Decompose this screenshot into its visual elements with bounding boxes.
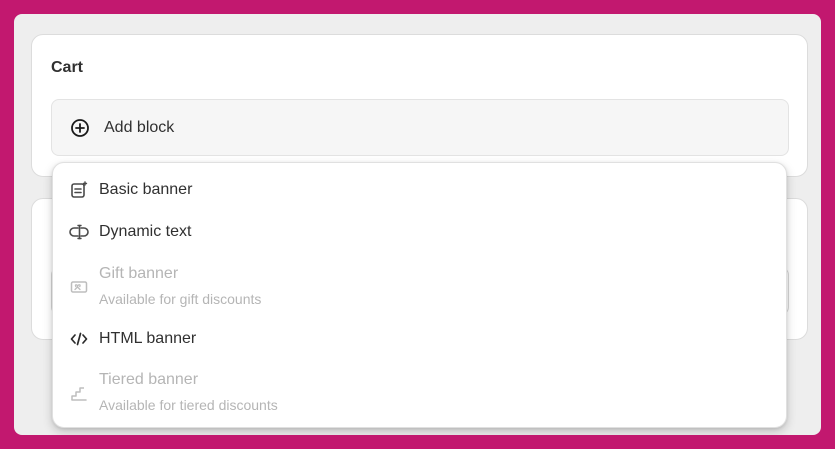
dynamic-text-icon bbox=[69, 222, 89, 242]
menu-item-sublabel: Available for gift discounts bbox=[99, 291, 262, 307]
menu-item-label: Basic banner bbox=[99, 181, 193, 198]
menu-item-sublabel: Available for tiered discounts bbox=[99, 397, 278, 413]
card-title: Cart bbox=[51, 59, 84, 76]
menu-item-label: Gift banner bbox=[99, 265, 179, 282]
add-block-label: Add block bbox=[104, 118, 175, 136]
gift-card-icon bbox=[69, 277, 89, 297]
menu-item-html-banner[interactable]: HTML banner bbox=[69, 330, 196, 349]
banner-icon bbox=[69, 180, 89, 200]
cart-card: Cart Add block bbox=[31, 34, 808, 177]
plus-circle-icon bbox=[70, 118, 90, 138]
add-block-menu: Basic banner Dynamic text Gift banner Av… bbox=[52, 162, 787, 428]
menu-item-tiered-banner: Tiered banner Available for tiered disco… bbox=[69, 371, 278, 414]
app-window: Cart Add block Basic banner Dynamic text… bbox=[14, 14, 821, 435]
menu-item-dynamic-text[interactable]: Dynamic text bbox=[69, 223, 191, 242]
menu-item-label: Tiered banner bbox=[99, 371, 199, 388]
menu-item-label: HTML banner bbox=[99, 330, 197, 347]
menu-item-basic-banner[interactable]: Basic banner bbox=[69, 181, 192, 200]
add-block-button[interactable]: Add block bbox=[51, 99, 789, 156]
code-icon bbox=[69, 329, 89, 349]
menu-item-label: Dynamic text bbox=[99, 223, 192, 240]
stairs-icon bbox=[69, 383, 89, 403]
menu-item-gift-banner: Gift banner Available for gift discounts bbox=[69, 265, 261, 308]
